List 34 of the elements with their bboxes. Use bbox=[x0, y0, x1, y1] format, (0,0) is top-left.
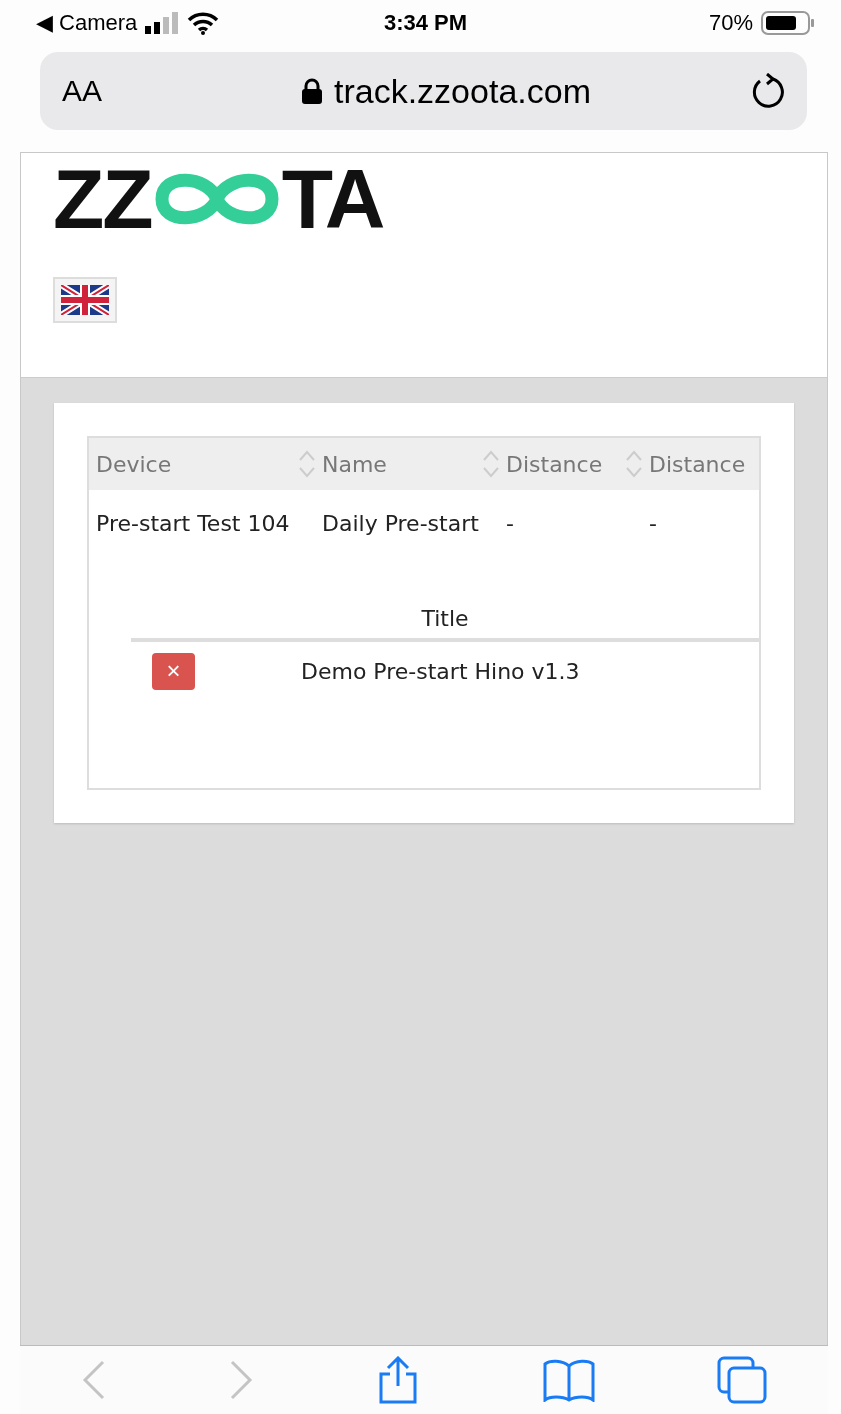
battery-icon bbox=[761, 11, 815, 35]
forward-icon bbox=[228, 1358, 255, 1402]
back-icon bbox=[80, 1358, 107, 1402]
uk-flag-icon bbox=[61, 285, 109, 315]
battery-percent: 70% bbox=[708, 10, 753, 36]
column-header[interactable]: Device bbox=[96, 451, 172, 477]
reload-icon[interactable] bbox=[751, 73, 785, 109]
table-cell: Demo Pre-start Hino v1.3 bbox=[301, 658, 580, 684]
column-header[interactable]: Distance bbox=[649, 451, 746, 477]
zzoota-logo: ZZ TA bbox=[53, 161, 385, 237]
tabs-icon bbox=[717, 1356, 768, 1404]
table-cell-text: Pre-start Test 104 bbox=[96, 510, 291, 536]
column-header[interactable]: Name bbox=[322, 451, 387, 477]
book-icon bbox=[541, 1358, 596, 1402]
column-header: Title bbox=[421, 605, 469, 631]
remove-button[interactable]: × bbox=[152, 652, 195, 690]
tabs-button[interactable] bbox=[717, 1356, 768, 1404]
sort-icon bbox=[482, 449, 500, 479]
table-cell-text: Daily Pre-start bbox=[322, 510, 480, 536]
sort-icon bbox=[625, 449, 643, 479]
sort-icon bbox=[298, 449, 316, 479]
text-size-button[interactable]: AA bbox=[62, 74, 142, 108]
language-button[interactable] bbox=[53, 277, 117, 323]
column-header[interactable]: Distance bbox=[506, 451, 603, 477]
lock-icon bbox=[302, 78, 322, 104]
clock-time: 3:34 PM bbox=[383, 10, 468, 36]
signal-icon bbox=[145, 12, 180, 34]
wifi-icon bbox=[187, 11, 220, 35]
address-bar[interactable]: AA track.zzoota.com bbox=[40, 52, 807, 130]
table-cell-text: - bbox=[649, 510, 658, 536]
back-to-app-link[interactable]: ◀ Camera bbox=[36, 10, 138, 36]
table-cell-text: - bbox=[506, 510, 515, 536]
bookmarks-button[interactable] bbox=[541, 1358, 596, 1402]
url-text: track.zzoota.com bbox=[334, 71, 591, 111]
